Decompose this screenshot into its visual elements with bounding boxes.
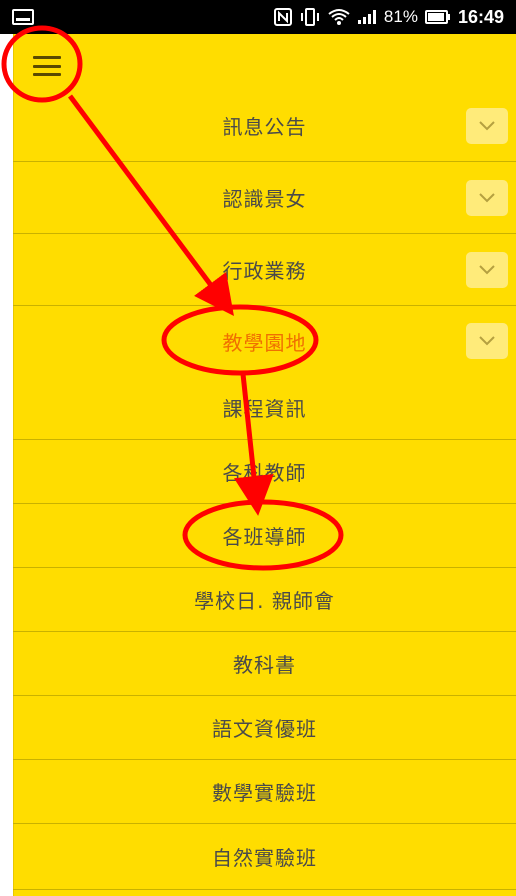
- nav-section-news[interactable]: 訊息公告: [13, 90, 516, 162]
- vibrate-icon: [299, 8, 321, 26]
- nav-subitem-homeroom-teachers[interactable]: 各班導師: [13, 504, 516, 568]
- hamburger-menu-button[interactable]: [13, 34, 81, 98]
- nav-subitem-label: 語文資優班: [212, 717, 317, 741]
- nav-section-label: 認識景女: [222, 187, 307, 211]
- wifi-icon: [328, 8, 350, 26]
- nav-subitem-label: 學校日. 親師會: [194, 589, 335, 613]
- clock: 16:49: [457, 6, 504, 27]
- nav-section-label: 訊息公告: [222, 115, 307, 139]
- battery-percent: 81%: [383, 7, 418, 26]
- chevron-down-icon[interactable]: [466, 179, 508, 216]
- nav-subitem-teachers[interactable]: 各科教師: [13, 440, 516, 504]
- nav-section-label: 教學園地: [222, 330, 307, 355]
- left-gutter: [0, 34, 13, 896]
- notification-icon: [12, 9, 34, 25]
- nav-subitem-label: 數學實驗班: [212, 781, 317, 805]
- battery-icon: [424, 10, 451, 24]
- nfc-icon: [273, 8, 292, 26]
- nav-subitem-textbooks[interactable]: 教科書: [13, 632, 516, 696]
- hamburger-menu-icon: [33, 56, 61, 76]
- nav-subitem-label: 課程資訊: [222, 397, 307, 421]
- nav-subitem-label: 各班導師: [222, 525, 307, 549]
- nav-subitem-school-day[interactable]: 學校日. 親師會: [13, 568, 516, 632]
- nav-section-admin[interactable]: 行政業務: [13, 234, 516, 306]
- nav-subitem-label: 自然實驗班: [212, 846, 317, 870]
- nav-section-about[interactable]: 認識景女: [13, 162, 516, 234]
- nav-section-teaching[interactable]: 教學園地: [13, 306, 516, 376]
- signal-icon: [357, 9, 377, 25]
- chevron-down-icon[interactable]: [466, 251, 508, 288]
- nav-subitem-language-gifted[interactable]: 語文資優班: [13, 696, 516, 760]
- nav-subitem-science-class[interactable]: 自然實驗班: [13, 824, 516, 890]
- nav-subitem-courses[interactable]: 課程資訊: [13, 376, 516, 440]
- chevron-down-icon[interactable]: [466, 107, 508, 144]
- nav-subitem-label: 各科教師: [222, 461, 307, 485]
- nav-section-label: 行政業務: [222, 259, 307, 283]
- status-bar: 81% 16:49: [0, 0, 516, 34]
- chevron-down-icon[interactable]: [466, 323, 508, 359]
- nav-subitem-math-class[interactable]: 數學實驗班: [13, 760, 516, 824]
- nav-subitem-label: 教科書: [233, 653, 296, 677]
